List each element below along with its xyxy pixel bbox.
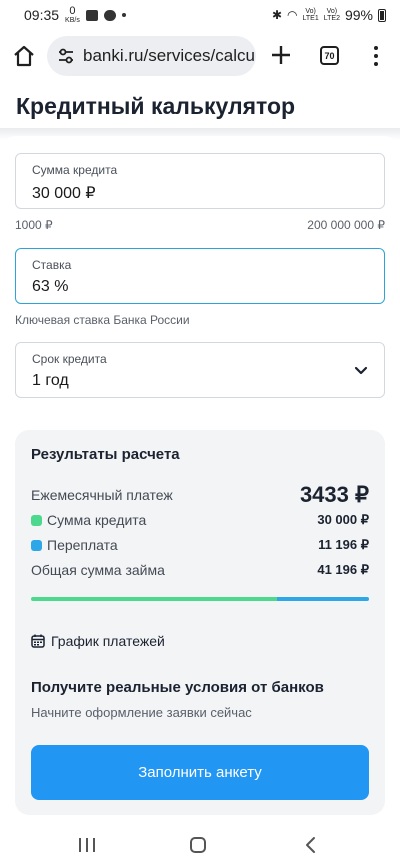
overpayment-bar-segment bbox=[277, 597, 369, 601]
net-speed-unit: KB/s bbox=[65, 17, 80, 24]
principal-bar-segment bbox=[31, 597, 278, 601]
total-row: Общая сумма займа 41 196 ₽ bbox=[31, 562, 369, 578]
browser-menu-icon[interactable] bbox=[369, 44, 383, 68]
sim1-signal: Vo) LTE1 bbox=[302, 8, 319, 22]
loan-term-value[interactable]: 1 год bbox=[32, 372, 384, 390]
wifi-icon: ◠ bbox=[287, 8, 298, 22]
interest-rate-label: Ставка bbox=[32, 258, 72, 272]
sim2-label: LTE2 bbox=[323, 15, 340, 22]
results-panel: Результаты расчета Ежемесячный платеж 34… bbox=[15, 430, 385, 815]
home-nav-icon[interactable] bbox=[190, 837, 206, 853]
total-value: 41 196 ₽ bbox=[317, 562, 369, 577]
sim2-signal: Vo) LTE2 bbox=[323, 8, 340, 22]
promo-subtitle: Начните оформление заявки сейчас bbox=[31, 705, 252, 720]
interest-rate-value[interactable]: 63 % bbox=[32, 278, 384, 296]
bluetooth-icon: ✱ bbox=[271, 8, 283, 22]
back-icon[interactable] bbox=[304, 836, 318, 854]
tab-count: 70 bbox=[324, 50, 335, 61]
amount-max: 200 000 000 ₽ bbox=[307, 218, 385, 232]
gallery-icon bbox=[85, 9, 98, 21]
overpayment-label: Переплата bbox=[47, 537, 118, 553]
address-bar[interactable]: banki.ru/services/calcula bbox=[47, 36, 256, 76]
status-bar: 09:35 0 KB/s ✱ ◠ Vo) LTE1 Vo) LTE2 99% bbox=[0, 0, 400, 30]
loan-amount-value[interactable]: 30 000 ₽ bbox=[32, 183, 384, 203]
monthly-payment-label: Ежемесячный платеж bbox=[31, 487, 173, 503]
net-speed-value: 0 bbox=[69, 5, 76, 17]
monthly-payment-row: Ежемесячный платеж 3433 ₽ bbox=[31, 482, 369, 508]
overpayment-row: Переплата 11 196 ₽ bbox=[31, 537, 369, 553]
overpayment-value: 11 196 ₽ bbox=[318, 537, 369, 552]
browser-toolbar: banki.ru/services/calcula 70 bbox=[0, 34, 400, 78]
chevron-down-icon[interactable] bbox=[354, 363, 368, 377]
battery-icon bbox=[378, 8, 386, 22]
loan-term-select[interactable]: Срок кредита 1 год bbox=[15, 342, 385, 398]
recent-apps-icon[interactable] bbox=[79, 838, 95, 852]
principal-value: 30 000 ₽ bbox=[317, 512, 369, 527]
system-nav-bar bbox=[0, 826, 400, 867]
page-title: Кредитный калькулятор bbox=[16, 93, 296, 119]
principal-legend-icon bbox=[31, 514, 42, 526]
payment-schedule-link[interactable]: График платежей bbox=[31, 633, 165, 649]
net-speed: 0 KB/s bbox=[65, 5, 80, 25]
calendar-icon bbox=[31, 634, 45, 648]
overpayment-legend-icon bbox=[31, 539, 42, 551]
url-text[interactable]: banki.ru/services/calcula bbox=[83, 46, 256, 66]
message-icon bbox=[103, 9, 116, 21]
principal-label: Сумма кредита bbox=[47, 512, 147, 528]
new-tab-icon[interactable] bbox=[270, 44, 292, 66]
payment-schedule-label[interactable]: График платежей bbox=[51, 633, 165, 649]
loan-amount-field[interactable]: Сумма кредита 30 000 ₽ bbox=[15, 153, 385, 209]
status-time: 09:35 bbox=[24, 7, 60, 23]
interest-rate-field[interactable]: Ставка 63 % bbox=[15, 248, 385, 304]
fill-application-button[interactable]: Заполнить анкету bbox=[31, 745, 369, 800]
amount-min: 1000 ₽ bbox=[15, 218, 53, 232]
notification-dot-icon bbox=[121, 13, 126, 17]
sim1-label: LTE1 bbox=[302, 15, 319, 22]
principal-row: Сумма кредита 30 000 ₽ bbox=[31, 512, 369, 528]
promo-title: Получите реальные условия от банков bbox=[31, 679, 324, 696]
tab-switcher-button[interactable]: 70 bbox=[320, 46, 339, 65]
site-settings-icon[interactable] bbox=[57, 47, 75, 65]
battery-percent: 99% bbox=[344, 7, 373, 23]
loan-amount-label: Сумма кредита bbox=[32, 163, 118, 177]
home-icon[interactable] bbox=[12, 44, 36, 68]
results-title: Результаты расчета bbox=[31, 446, 180, 463]
fill-application-label: Заполнить анкету bbox=[138, 764, 262, 781]
loan-term-label: Срок кредита bbox=[32, 352, 107, 366]
monthly-payment-value: 3433 ₽ bbox=[299, 482, 369, 507]
key-rate-link[interactable]: Ключевая ставка Банка России bbox=[15, 313, 190, 327]
payment-structure-bar bbox=[31, 597, 369, 601]
total-label: Общая сумма займа bbox=[31, 562, 165, 578]
